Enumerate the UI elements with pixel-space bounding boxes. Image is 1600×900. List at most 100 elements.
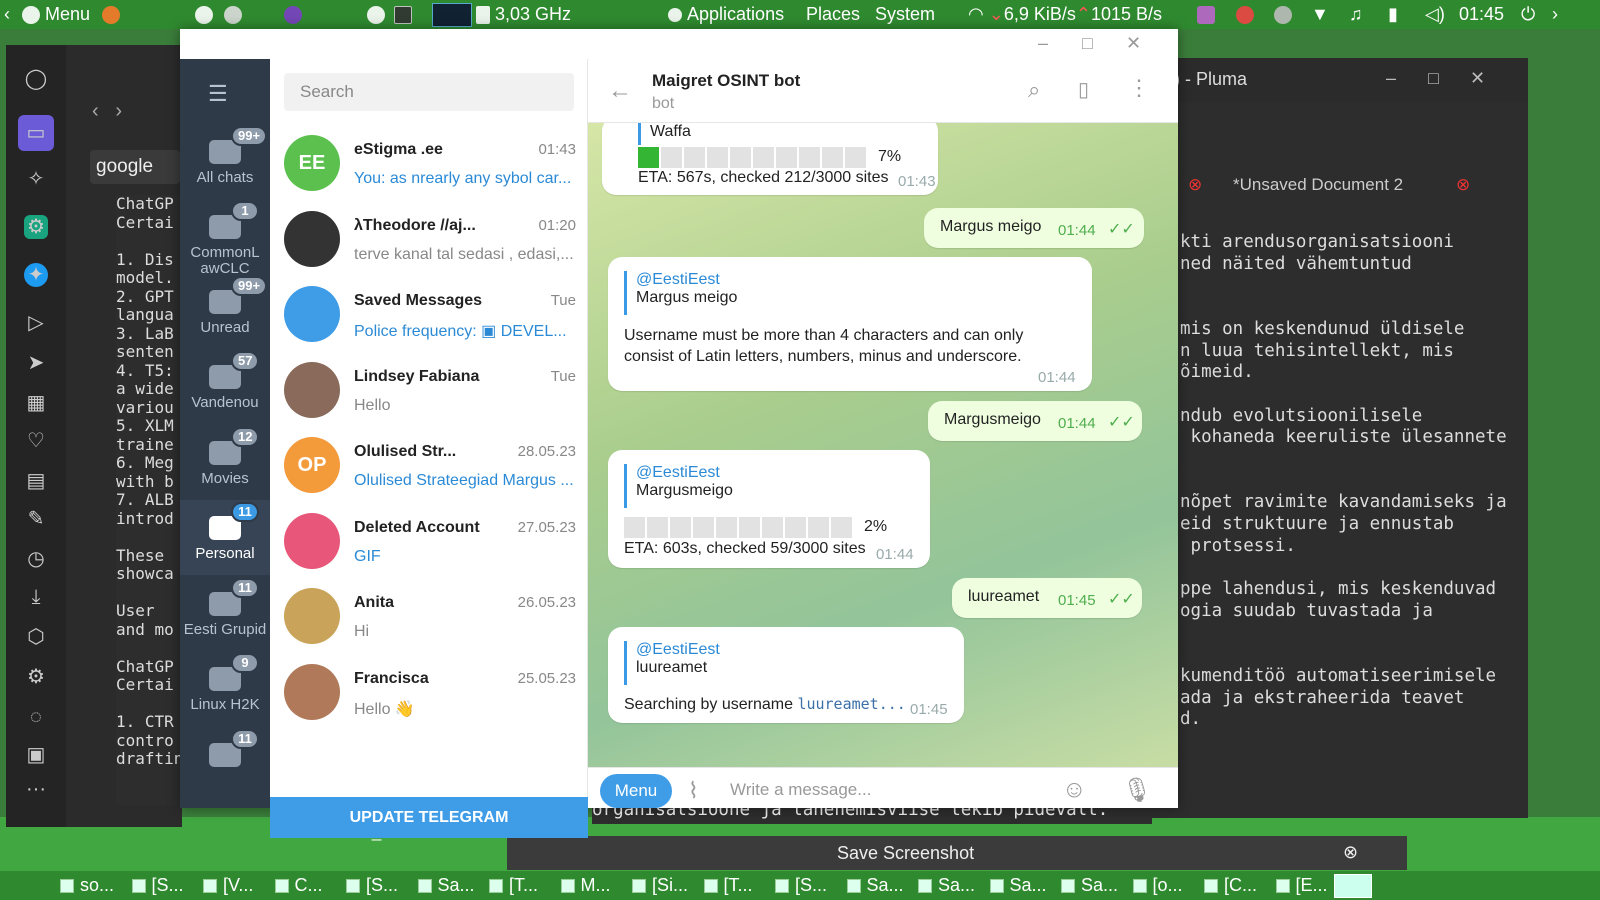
- folder-5[interactable]: 11 Personal: [180, 500, 270, 575]
- taskbar-item[interactable]: [S...: [131, 871, 184, 900]
- volume-icon[interactable]: ◁): [1425, 0, 1445, 29]
- heart-icon[interactable]: ♡: [24, 429, 48, 453]
- dialog-close-icon[interactable]: ⊗: [1343, 842, 1358, 863]
- notes-icon[interactable]: ▣: [24, 743, 48, 767]
- edit-icon[interactable]: ✎: [24, 507, 48, 531]
- ai-icon[interactable]: ✧: [24, 167, 48, 191]
- message-input[interactable]: Write a message...: [730, 780, 1030, 800]
- applications-menu[interactable]: Applications: [668, 0, 784, 29]
- apps-icon[interactable]: ▦: [24, 391, 48, 415]
- folder-0[interactable]: 99+ All chats: [180, 124, 270, 199]
- pluma-minimize-icon[interactable]: –: [1386, 68, 1396, 89]
- sidebar-toggle-icon[interactable]: ▯: [1078, 77, 1089, 102]
- reader-icon[interactable]: ▭: [18, 115, 54, 151]
- settings-launcher-icon[interactable]: [224, 0, 242, 29]
- microphone-icon[interactable]: 🎙: [1122, 776, 1152, 805]
- player-icon[interactable]: ▷: [24, 311, 48, 335]
- tor-launcher-icon[interactable]: [284, 0, 302, 29]
- tab-unsaved-document-2[interactable]: *Unsaved Document 2: [1233, 175, 1403, 195]
- folder-1[interactable]: 1 CommonL awCLC: [180, 199, 270, 277]
- taskbar-item[interactable]: [Si...: [632, 871, 688, 900]
- folder-6[interactable]: 11 Eesti Grupid: [180, 576, 270, 651]
- power-icon[interactable]: ⏻: [1521, 0, 1535, 29]
- taskbar-item[interactable]: Sa...: [846, 871, 904, 900]
- taskbar-item[interactable]: [S...: [346, 871, 398, 900]
- opera-icon[interactable]: ◯: [24, 67, 48, 91]
- taskbar-item[interactable]: Sa...: [1061, 871, 1118, 900]
- chat-item[interactable]: Anita 26.05.23 Hi: [270, 580, 588, 655]
- taskbar-item[interactable]: [T...: [703, 871, 753, 900]
- more-options-icon[interactable]: ⋮: [1128, 75, 1150, 101]
- taskbar-item[interactable]: [T...: [489, 871, 538, 900]
- history-icon[interactable]: ◷: [24, 547, 48, 571]
- taskbar-item[interactable]: C...: [274, 871, 323, 900]
- send-icon[interactable]: ➤: [24, 351, 48, 375]
- taskbar-item[interactable]: [V...: [203, 871, 253, 900]
- battery-icon[interactable]: ▮: [1388, 0, 1398, 29]
- twitter-icon[interactable]: ✦: [24, 263, 48, 287]
- taskbar-item[interactable]: Sa...: [918, 871, 975, 900]
- terminal-launcher-icon[interactable]: [394, 0, 412, 29]
- message-progress-1[interactable]: Waffa 7% ETA: 567s, checked 212/3000 sit…: [602, 123, 938, 195]
- more-icon[interactable]: ···: [24, 777, 48, 801]
- menu-button[interactable]: Menu: [22, 0, 90, 29]
- back-arrow-icon[interactable]: ←: [608, 77, 632, 105]
- message-progress-2[interactable]: @EestiEest Margusmeigo 2% ETA: 603s, che…: [608, 450, 930, 568]
- update-telegram-button[interactable]: UPDATE TELEGRAM: [270, 797, 588, 838]
- taskbar-item[interactable]: Sa...: [417, 871, 475, 900]
- folder-4[interactable]: 12 Movies: [180, 425, 270, 500]
- cpu-freq-indicator[interactable]: 3,03 GHz: [476, 0, 571, 29]
- tray-notification-icon[interactable]: ♫: [1349, 0, 1363, 29]
- folder-8[interactable]: 11: [180, 727, 270, 802]
- taskbar-item[interactable]: [E...: [1275, 871, 1328, 900]
- tab-close-icon[interactable]: ⊗: [1188, 175, 1202, 195]
- message-reply-1[interactable]: @EestiEest Margus meigo Username must be…: [608, 257, 1092, 391]
- chat-item[interactable]: λTheodore //aj... 01:20 terve kanal tal se…: [270, 203, 588, 278]
- pluma-maximize-icon[interactable]: □: [1428, 68, 1439, 89]
- attach-icon[interactable]: ⌇: [688, 778, 699, 804]
- chatgpt-icon[interactable]: ⚙: [24, 215, 48, 239]
- tray-app-icon[interactable]: [1197, 0, 1215, 29]
- chat-item[interactable]: Lindsey Fabiana Tue Hello: [270, 354, 588, 429]
- tray-shield-icon[interactable]: [1274, 0, 1292, 29]
- message-outgoing[interactable]: Margusmeigo 01:44 ✓✓: [928, 401, 1142, 441]
- taskbar-item[interactable]: Sa...: [989, 871, 1047, 900]
- taskbar-item[interactable]: so...: [60, 871, 114, 900]
- taskbar-item[interactable]: [o...: [1132, 871, 1183, 900]
- pluma-text-area[interactable]: kti arendusorganisatsiooni ned näited vä…: [1180, 232, 1520, 772]
- panel-forward-arrow-icon[interactable]: ›: [1552, 0, 1558, 29]
- hamburger-menu-icon[interactable]: ☰: [208, 81, 238, 107]
- cube-icon[interactable]: ⬡: [24, 625, 48, 649]
- bulb-icon[interactable]: ◌: [24, 705, 48, 729]
- back-icon[interactable]: ‹: [92, 100, 99, 122]
- chat-item[interactable]: EE eStigma .ee 01:43 You: as nrearly any sy…: [270, 127, 588, 202]
- browser-tab-search[interactable]: google: [90, 150, 180, 184]
- panel-back-arrow-icon[interactable]: ‹: [4, 0, 10, 29]
- close-icon[interactable]: ✕: [1126, 33, 1141, 54]
- tray-chrome-icon[interactable]: [1236, 0, 1254, 29]
- chat-title[interactable]: Maigret OSINT bot: [652, 71, 800, 91]
- forward-icon[interactable]: ›: [115, 100, 122, 122]
- places-menu[interactable]: Places: [806, 0, 860, 29]
- taskbar-item[interactable]: M...: [560, 871, 611, 900]
- tray-wifi-icon[interactable]: ▼: [1311, 0, 1329, 29]
- folder-7[interactable]: 9 Linux H2K: [180, 651, 270, 726]
- opera-launcher-icon[interactable]: [367, 0, 385, 29]
- app-launcher-icon[interactable]: [195, 0, 213, 29]
- pluma-close-icon[interactable]: ✕: [1470, 68, 1485, 89]
- gear-icon[interactable]: ⚙: [24, 665, 48, 689]
- system-menu[interactable]: System: [875, 0, 935, 29]
- download-icon[interactable]: ⤓: [24, 585, 48, 609]
- search-input[interactable]: Search: [284, 73, 574, 111]
- minimize-icon[interactable]: –: [1038, 33, 1048, 54]
- chat-item[interactable]: Francisca 25.05.23 Hello 👋: [270, 656, 588, 731]
- message-outgoing[interactable]: Margus meigo 01:44 ✓✓: [924, 208, 1144, 248]
- taskbar-item[interactable]: [C...: [1204, 871, 1257, 900]
- message-outgoing[interactable]: luureamet 01:45 ✓✓: [952, 578, 1142, 618]
- news-icon[interactable]: ▤: [24, 469, 48, 493]
- message-list[interactable]: Waffa 7% ETA: 567s, checked 212/3000 sit…: [588, 123, 1178, 767]
- maximize-icon[interactable]: □: [1082, 33, 1093, 54]
- message-searching[interactable]: @EestiEest luureamet Searching by userna…: [608, 627, 964, 723]
- folder-2[interactable]: 99+ Unread: [180, 274, 270, 349]
- chat-item[interactable]: OP Olulised Str... 28.05.23 Olulised Strate…: [270, 429, 588, 504]
